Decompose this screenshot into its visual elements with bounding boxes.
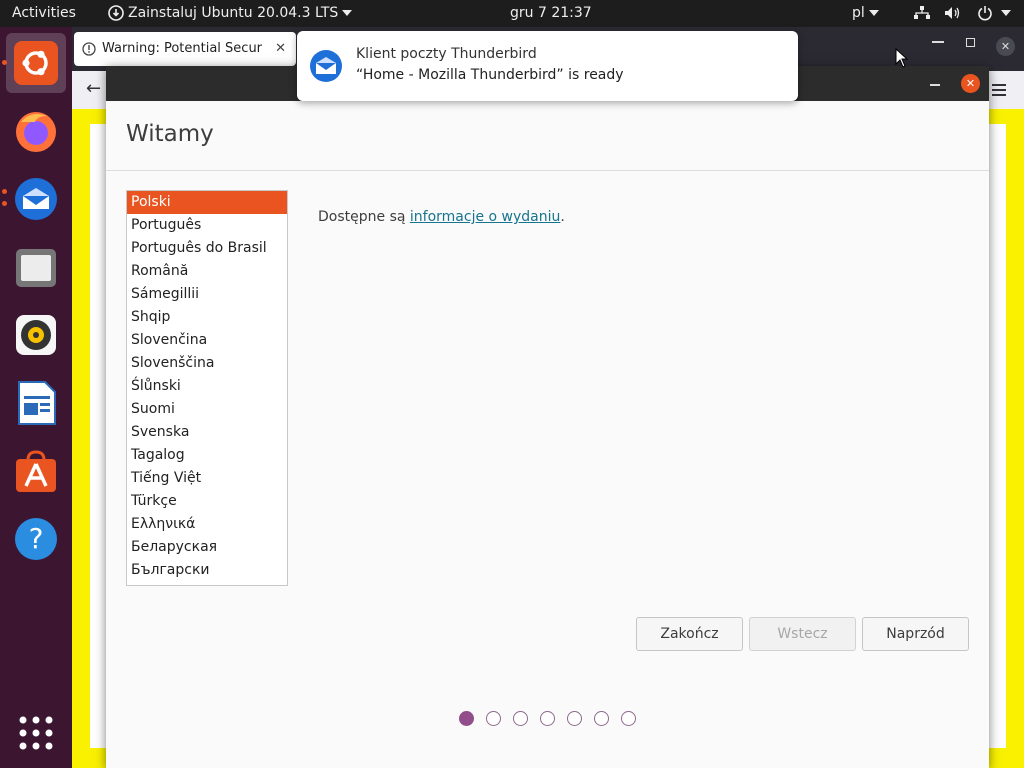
dock-show-applications[interactable] <box>6 703 66 763</box>
volume-icon <box>945 7 960 19</box>
notification-title: Klient poczty Thunderbird <box>356 46 537 62</box>
close-tab-icon[interactable]: ✕ <box>275 32 286 66</box>
running-indicator <box>2 189 7 194</box>
network-icon <box>914 6 930 19</box>
language-item[interactable]: Română <box>127 260 287 283</box>
notification[interactable]: Klient poczty Thunderbird “Home - Mozill… <box>297 31 798 101</box>
language-item[interactable]: Ślůnski <box>127 375 287 398</box>
maximize-icon[interactable] <box>966 38 975 47</box>
dock-firefox[interactable] <box>6 101 66 161</box>
language-item[interactable]: Slovenčina <box>127 329 287 352</box>
power-icon <box>978 6 992 21</box>
top-bar: Activities Zainstaluj Ubuntu 20.04.3 LTS… <box>0 0 1024 27</box>
quit-button[interactable]: Zakończ <box>636 617 743 651</box>
installer-window: ✕ Witamy Polski Português Português do Bra… <box>106 66 989 768</box>
language-item[interactable]: Suomi <box>127 398 287 421</box>
dock-ubuntu-software[interactable] <box>6 441 66 501</box>
dock-help[interactable]: ? <box>6 509 66 569</box>
language-item[interactable]: Sámegillii <box>127 283 287 306</box>
step-dot <box>486 711 501 726</box>
browser-tab[interactable]: Warning: Potential Secur ✕ <box>74 32 296 66</box>
files-icon <box>16 249 56 287</box>
step-dot <box>459 711 474 726</box>
firefox-icon <box>16 112 56 152</box>
ubuntu-software-icon <box>16 450 56 492</box>
installer-app-icon <box>108 5 124 21</box>
language-item[interactable]: Slovenščina <box>127 352 287 375</box>
dock-files[interactable] <box>6 237 66 297</box>
step-dot <box>594 711 609 726</box>
language-item[interactable]: Български <box>127 559 287 582</box>
writer-icon <box>18 381 56 425</box>
release-suffix: . <box>560 209 565 225</box>
step-dot <box>567 711 582 726</box>
dock-rhythmbox[interactable] <box>6 305 66 365</box>
ubuntu-installer-icon <box>14 41 58 85</box>
back-arrow-icon[interactable]: ← <box>86 78 101 99</box>
language-item[interactable]: Türkçe <box>127 490 287 513</box>
installer-header: Witamy <box>106 101 989 171</box>
language-item[interactable]: Polski <box>127 191 287 214</box>
page-title: Witamy <box>126 121 214 147</box>
hamburger-menu-icon[interactable] <box>992 84 1006 96</box>
svg-text:?: ? <box>29 522 44 555</box>
forward-button[interactable]: Naprzód <box>862 617 969 651</box>
back-button[interactable]: Wstecz <box>749 617 856 651</box>
release-prefix: Dostępne są <box>318 209 410 225</box>
keyboard-layout-label: pl <box>852 5 865 21</box>
release-notes-link[interactable]: informacje o wydaniu <box>410 209 561 225</box>
running-indicator <box>2 201 7 206</box>
chevron-down-icon <box>868 10 879 16</box>
app-menu-label: Zainstaluj Ubuntu 20.04.3 LTS <box>128 5 339 21</box>
close-icon[interactable]: ✕ <box>961 74 980 93</box>
warning-icon <box>82 42 96 56</box>
minimize-icon[interactable] <box>932 41 944 43</box>
clock[interactable]: gru 7 21:37 <box>510 0 592 27</box>
dock-thunderbird[interactable] <box>2 169 66 229</box>
help-icon: ? <box>15 518 57 560</box>
browser-tab-title: Warning: Potential Secur <box>102 41 263 56</box>
thunderbird-icon <box>15 178 57 220</box>
rhythmbox-icon <box>16 315 56 355</box>
minimize-icon[interactable] <box>930 84 940 86</box>
chevron-down-icon <box>1000 10 1011 16</box>
notification-body: “Home - Mozilla Thunderbird” is ready <box>356 67 624 83</box>
language-item[interactable]: Tagalog <box>127 444 287 467</box>
keyboard-layout-indicator[interactable]: pl <box>852 0 879 27</box>
chevron-down-icon <box>342 10 353 16</box>
language-item[interactable]: Ελληνικά <box>127 513 287 536</box>
close-window-icon[interactable]: ✕ <box>996 37 1015 56</box>
step-dot <box>513 711 528 726</box>
system-menu[interactable] <box>914 0 1011 27</box>
language-item[interactable]: Português <box>127 214 287 237</box>
step-dot <box>621 711 636 726</box>
language-item[interactable]: Svenska <box>127 421 287 444</box>
dock: ? <box>0 27 72 768</box>
release-notes-text: Dostępne są informacje o wydaniu. <box>318 209 565 225</box>
language-item[interactable]: Português do Brasil <box>127 237 287 260</box>
language-item[interactable]: Беларуская <box>127 536 287 559</box>
dock-ubuntu-installer[interactable] <box>2 33 66 93</box>
mouse-pointer-icon <box>895 48 909 68</box>
dock-libreoffice-writer[interactable] <box>6 373 66 433</box>
language-item[interactable]: Tiếng Việt <box>127 467 287 490</box>
activities-button[interactable]: Activities <box>12 0 76 27</box>
thunderbird-icon <box>310 50 342 82</box>
apps-grid-icon <box>19 716 53 750</box>
language-item[interactable]: Shqip <box>127 306 287 329</box>
step-dot <box>540 711 555 726</box>
language-list[interactable]: Polski Português Português do Brasil Română… <box>126 190 288 586</box>
app-menu[interactable]: Zainstaluj Ubuntu 20.04.3 LTS <box>108 0 353 27</box>
running-indicator <box>2 60 7 65</box>
